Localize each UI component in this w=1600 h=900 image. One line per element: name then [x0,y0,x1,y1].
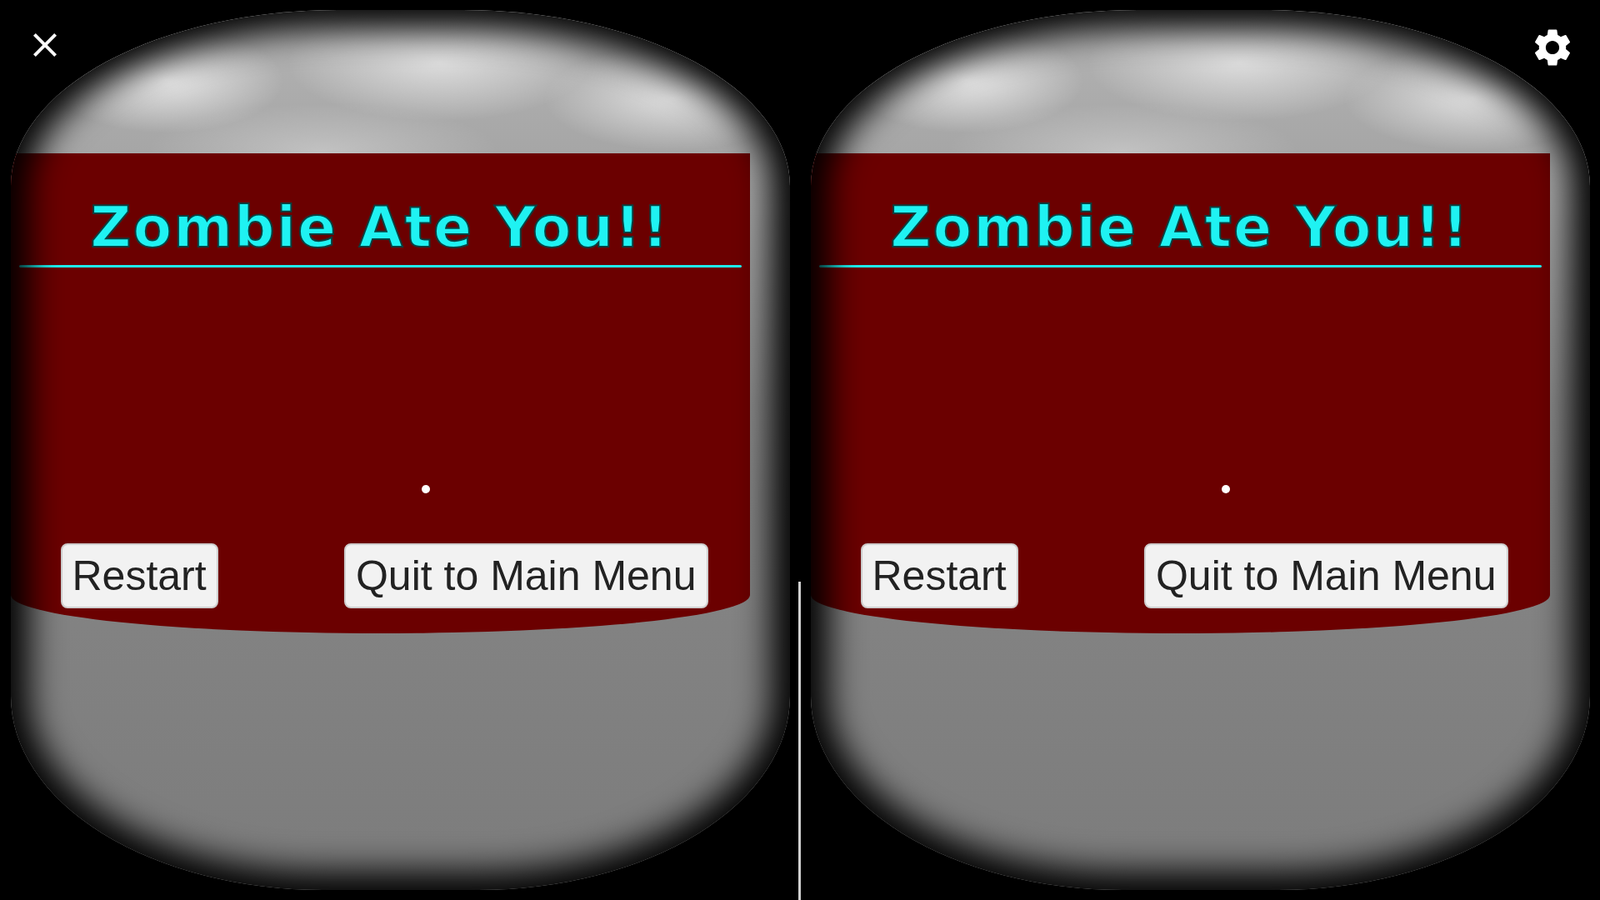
button-row: Restart Quit to Main Menu [810,543,1550,609]
title-underline [819,265,1542,268]
game-over-panel: Zombie Ate You!! Restart Quit to Main Menu [10,153,750,634]
gaze-reticle [421,485,430,494]
left-eye: Zombie Ate You!! Restart Quit to Main Menu [0,0,800,900]
lens-view: Zombie Ate You!! Restart Quit to Main Menu [810,10,1590,890]
lens-view: Zombie Ate You!! Restart Quit to Main Menu [10,10,790,890]
game-over-panel: Zombie Ate You!! Restart Quit to Main Menu [810,153,1550,634]
menu-button[interactable]: Restart [860,543,1019,609]
title-underline [19,265,742,268]
menu-button[interactable]: Quit to Main Menu [344,543,709,609]
close-icon[interactable] [25,25,65,65]
button-row: Restart Quit to Main Menu [10,543,750,609]
vr-screen: Zombie Ate You!! Restart Quit to Main Menu… [0,0,1600,900]
menu-button[interactable]: Restart [60,543,219,609]
eye-divider [798,581,801,900]
gaze-reticle [1221,485,1230,494]
menu-button[interactable]: Quit to Main Menu [1144,543,1509,609]
game-over-title: Zombie Ate You!! [10,195,750,260]
right-eye: Zombie Ate You!! Restart Quit to Main Menu [800,0,1600,900]
game-over-title: Zombie Ate You!! [810,195,1550,260]
gear-icon[interactable] [1530,25,1575,70]
